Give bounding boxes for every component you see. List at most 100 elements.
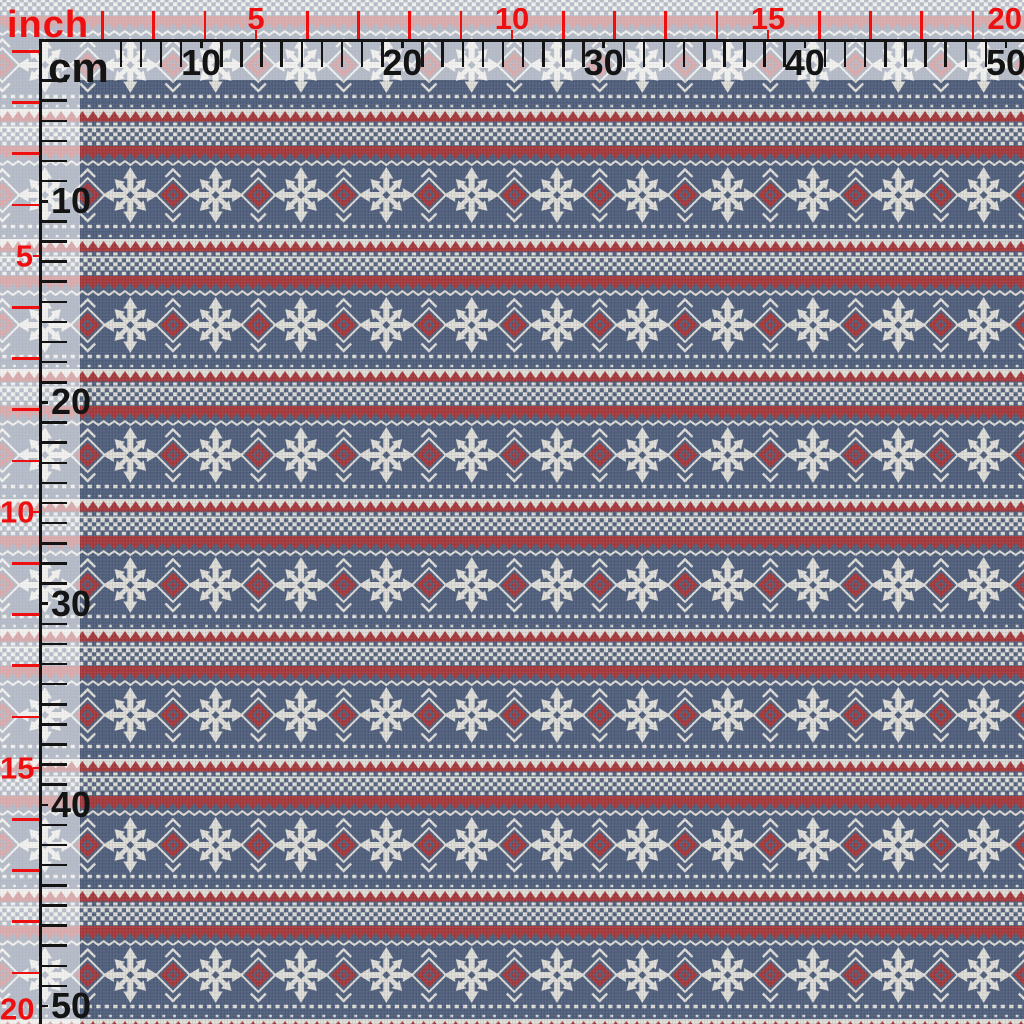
h-inch-tick xyxy=(613,11,616,39)
v-cm-tick xyxy=(41,1004,48,1008)
v-cm-tick xyxy=(41,300,67,304)
h-inch-tick xyxy=(562,11,565,39)
h-inch-tick xyxy=(920,11,923,39)
v-cm-tick xyxy=(41,200,48,203)
v-inch-tick xyxy=(12,562,39,565)
v-cm-number: 30 xyxy=(51,582,92,624)
v-cm-tick xyxy=(41,320,67,324)
v-cm-tick xyxy=(41,240,67,243)
h-inch-tick xyxy=(664,11,667,39)
h-cm-tick xyxy=(904,41,907,67)
h-inch-tick xyxy=(408,11,411,39)
h-cm-tick xyxy=(843,41,847,67)
h-cm-tick xyxy=(280,41,283,67)
v-cm-tick xyxy=(41,360,67,364)
v-inch-number: 20 xyxy=(0,991,35,1024)
v-inch-number: 15 xyxy=(0,750,35,786)
v-cm-tick xyxy=(41,924,67,927)
v-cm-tick xyxy=(41,139,67,143)
h-cm-tick xyxy=(481,41,485,67)
h-inch-number: 10 xyxy=(494,1,530,36)
v-cm-tick xyxy=(41,501,67,505)
h-inch-tick xyxy=(306,11,309,39)
h-cm-tick xyxy=(642,41,646,67)
h-inch-number: 20 xyxy=(987,1,1022,36)
v-cm-tick xyxy=(41,843,67,847)
v-inch-tick xyxy=(12,459,39,463)
v-cm-tick xyxy=(41,703,67,706)
h-inch-tick xyxy=(203,11,207,39)
v-inch-tick xyxy=(12,152,39,155)
v-cm-tick xyxy=(41,159,67,163)
h-cm-tick xyxy=(924,41,927,67)
h-cm-tick xyxy=(159,41,163,67)
h-cm-tick xyxy=(340,41,344,67)
v-cm-tick xyxy=(41,682,67,686)
h-cm-tick xyxy=(240,41,243,67)
h-cm-tick xyxy=(662,41,666,67)
v-inch-tick xyxy=(12,306,39,309)
v-cm-tick xyxy=(41,743,67,746)
h-inch-tick xyxy=(357,11,360,39)
v-inch-tick xyxy=(12,869,39,872)
fabric-pattern-image xyxy=(0,0,1024,1024)
h-cm-tick xyxy=(501,41,505,67)
v-cm-tick xyxy=(41,964,67,968)
v-cm-tick xyxy=(41,99,67,102)
v-cm-tick xyxy=(41,562,67,565)
h-cm-tick xyxy=(703,41,706,67)
v-inch-tick xyxy=(12,50,39,53)
v-cm-tick xyxy=(41,521,67,525)
v-cm-tick xyxy=(41,441,67,444)
h-cm-tick xyxy=(441,41,444,67)
cm-unit-label: cm xyxy=(48,44,109,91)
h-inch-tick xyxy=(971,11,975,39)
v-cm-number: 20 xyxy=(51,381,92,423)
v-cm-tick xyxy=(41,904,67,907)
v-inch-tick xyxy=(33,254,39,258)
h-cm-number: 40 xyxy=(784,42,825,83)
h-cm-tick xyxy=(863,41,867,67)
v-cm-tick xyxy=(41,260,67,263)
v-cm-tick xyxy=(41,481,67,485)
v-cm-tick xyxy=(41,763,67,766)
v-cm-tick xyxy=(41,119,67,123)
v-inch-tick xyxy=(12,203,39,207)
h-cm-tick xyxy=(139,41,143,67)
h-cm-tick xyxy=(260,41,263,67)
h-cm-tick xyxy=(300,41,304,67)
v-cm-tick xyxy=(41,944,67,947)
v-inch-tick xyxy=(12,613,39,616)
v-inch-number: 10 xyxy=(0,494,35,530)
h-cm-tick xyxy=(360,41,364,67)
v-inch-tick xyxy=(12,818,39,821)
v-inch-tick xyxy=(12,715,39,719)
v-cm-tick xyxy=(41,642,67,646)
h-cm-tick xyxy=(884,41,887,67)
h-cm-tick xyxy=(562,41,565,67)
v-cm-tick xyxy=(41,723,67,726)
h-inch-tick xyxy=(818,11,821,39)
h-cm-number: 50 xyxy=(985,42,1024,83)
h-cm-tick xyxy=(763,41,766,67)
v-inch-tick xyxy=(12,357,39,360)
v-cm-tick xyxy=(41,602,48,605)
h-inch-tick xyxy=(459,11,463,39)
h-cm-tick xyxy=(119,41,123,67)
ruler-line-vertical xyxy=(39,39,42,1024)
h-cm-tick xyxy=(944,41,947,67)
h-cm-tick xyxy=(461,41,465,67)
v-inch-tick xyxy=(12,408,39,411)
h-cm-number: 10 xyxy=(181,42,222,83)
fabric-ruler-screenshot: inch cm 10 20 30 40 50 5 10 15 20 10 20 30 40 50 5 10 15… xyxy=(0,0,1024,1024)
v-cm-tick xyxy=(41,863,67,867)
h-inch-number: 15 xyxy=(750,1,786,36)
v-inch-tick xyxy=(12,920,39,923)
h-inch-number: 5 xyxy=(247,1,265,36)
v-cm-tick xyxy=(41,280,67,283)
h-cm-tick xyxy=(320,41,324,67)
h-cm-tick xyxy=(723,41,726,67)
v-inch-tick xyxy=(12,664,39,667)
v-cm-number: 10 xyxy=(51,180,92,222)
v-inch-number: 5 xyxy=(15,238,33,274)
